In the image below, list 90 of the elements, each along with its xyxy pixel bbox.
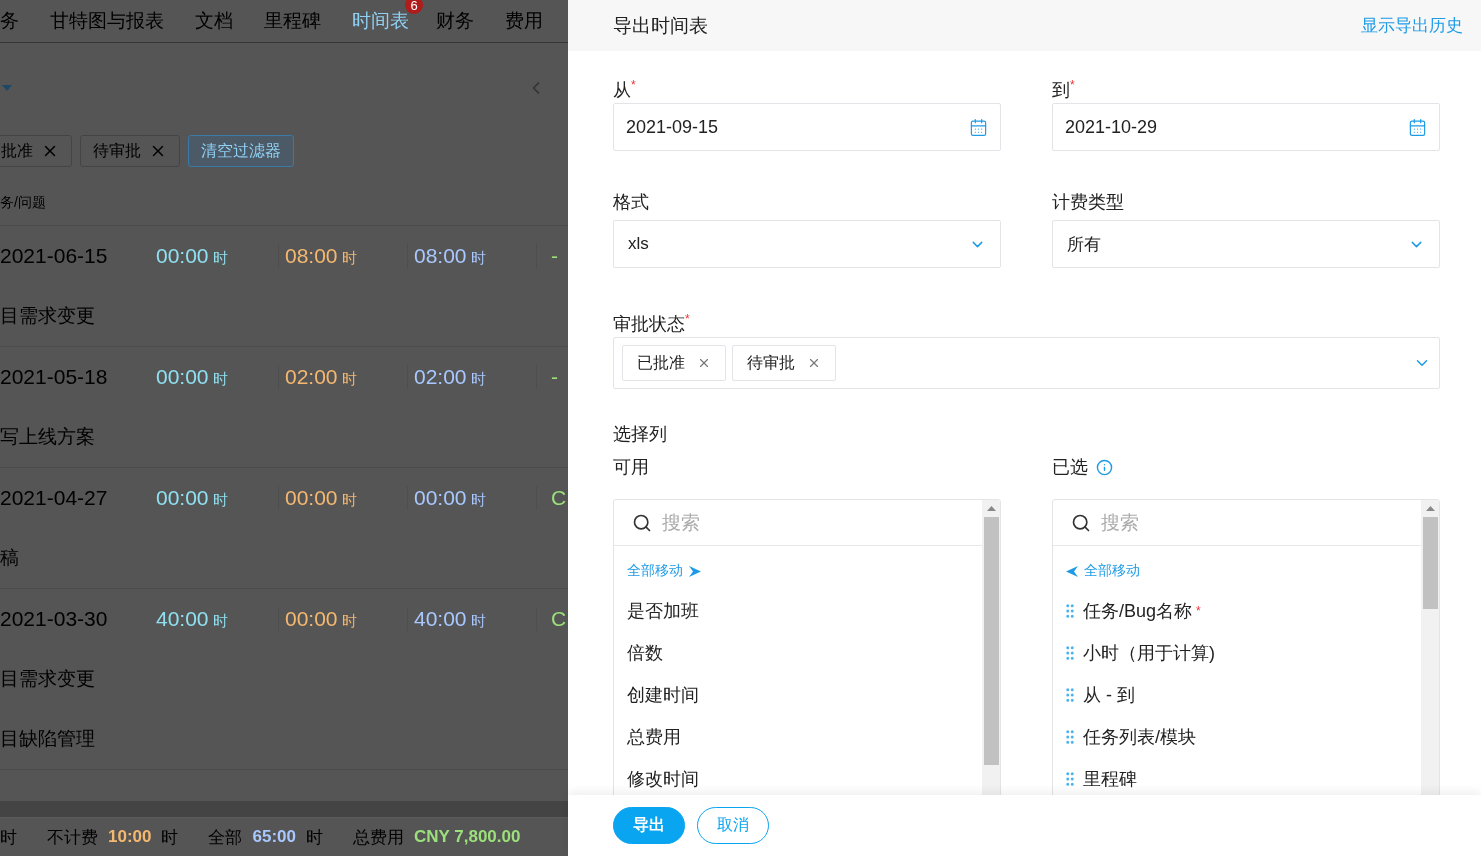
task-name: 目需求变更	[0, 304, 95, 328]
time-unit: 时	[470, 370, 486, 389]
status-tag: 待审批	[732, 345, 836, 381]
search-icon	[632, 512, 652, 533]
time-unit: 时	[341, 491, 357, 510]
summary-label: 总费用	[352, 826, 404, 849]
scrollbar[interactable]	[982, 500, 1000, 795]
time-unit: 时	[212, 370, 228, 389]
summary-unit: 时	[161, 826, 179, 849]
field-label: 审批状态$^{*}$	[613, 311, 691, 336]
date-field[interactable]: 2021-10-29	[1052, 103, 1440, 151]
column-item[interactable]: 里程碑	[1053, 758, 1421, 795]
column-item[interactable]: 修改时间	[614, 758, 982, 795]
summary-value: 65:00	[252, 827, 296, 847]
dropdown[interactable]: 所有	[1052, 220, 1440, 268]
summary-value: CNY 7,800.00	[413, 827, 521, 847]
time-value: 00:00	[156, 486, 209, 510]
time-value: 08:00	[285, 244, 338, 268]
cost-text: -	[551, 365, 558, 389]
cost-text: -	[551, 244, 558, 268]
column-item[interactable]: 从 - 到	[1053, 674, 1421, 716]
time-unit: 时	[470, 249, 486, 268]
time-value: 40:00	[414, 607, 467, 631]
column-header: 务/问题	[0, 181, 568, 226]
time-value: 00:00	[156, 244, 209, 268]
status-tag: 已批准	[622, 345, 726, 381]
right-arrow-icon	[689, 565, 701, 577]
time-value: 00:00	[156, 365, 209, 389]
time-value: 00:00	[285, 607, 338, 631]
close-icon[interactable]	[697, 356, 711, 370]
time-unit: 时	[212, 491, 228, 510]
field-label: 从$^{*}$	[613, 77, 637, 102]
summary-label: 不计费	[47, 826, 98, 849]
summary-unit: 时	[305, 826, 323, 849]
left-arrow-icon	[1066, 565, 1078, 577]
calendar-icon	[969, 117, 988, 137]
scroll-up-icon	[986, 506, 996, 511]
column-item[interactable]: 创建时间	[614, 674, 982, 716]
cost-text: C	[551, 607, 567, 631]
time-value: 00:00	[285, 486, 338, 510]
cost-text: C	[551, 486, 567, 510]
time-value: 02:00	[414, 365, 467, 389]
column-item[interactable]: 倍数	[614, 632, 982, 674]
horizontal-scrollbar[interactable]	[0, 801, 568, 817]
scroll-up-icon	[1425, 506, 1435, 511]
task-name: 目需求变更	[0, 667, 95, 691]
time-value: 08:00	[414, 244, 467, 268]
time-unit: 时	[470, 612, 486, 631]
time-unit: 时	[212, 612, 228, 631]
date-text: 2021-04-27	[0, 486, 109, 510]
info-icon[interactable]	[1096, 458, 1113, 476]
time-value: 02:00	[285, 365, 338, 389]
field-label: 计费类型	[1052, 191, 1125, 214]
required-mark: *	[1196, 604, 1201, 618]
calendar-icon	[1408, 117, 1427, 137]
time-unit: 时	[470, 491, 486, 510]
column-item[interactable]: 是否加班	[614, 590, 982, 632]
column-item[interactable]: 总费用	[614, 716, 982, 758]
date-text: 2021-03-30	[0, 607, 109, 631]
field-label: 到$^{*}$	[1052, 77, 1076, 102]
panel-title: 导出时间表	[613, 13, 708, 38]
time-unit: 时	[212, 249, 228, 268]
task-name: 稿	[0, 546, 19, 570]
time-unit: 时	[341, 249, 357, 268]
date-text: 2021-06-15	[0, 244, 109, 268]
scrollbar[interactable]	[1421, 500, 1439, 795]
search-icon	[1071, 512, 1091, 533]
column-item[interactable]: 小时（用于计算)	[1053, 632, 1421, 674]
summary-value: 10:00	[108, 827, 152, 847]
summary-unit: 时	[0, 826, 17, 849]
multi-select-field[interactable]: 已批准 待审批	[613, 337, 1440, 389]
date-text: 2021-05-18	[0, 365, 109, 389]
time-unit: 时	[341, 612, 357, 631]
date-field[interactable]: 2021-09-15	[613, 103, 1001, 151]
close-icon[interactable]	[807, 356, 821, 370]
dropdown[interactable]: xls	[613, 220, 1001, 268]
time-value: 00:00	[414, 486, 467, 510]
clear-filters-button[interactable]: 清空过滤器	[188, 135, 294, 167]
triangle-icon	[2, 85, 12, 91]
task-name: 写上线方案	[0, 425, 95, 449]
time-unit: 时	[341, 370, 357, 389]
summary-label: 全部	[208, 826, 243, 849]
section-title: 选择列	[613, 423, 668, 446]
field-label: 格式	[613, 191, 650, 214]
task-name: 目缺陷管理	[0, 727, 95, 751]
column-item[interactable]: 任务列表/模块	[1053, 716, 1421, 758]
time-value: 40:00	[156, 607, 209, 631]
list-label-text: 可用	[613, 456, 649, 479]
list-label-text: 已选	[1052, 456, 1088, 479]
count-badge: 6	[405, 0, 423, 14]
